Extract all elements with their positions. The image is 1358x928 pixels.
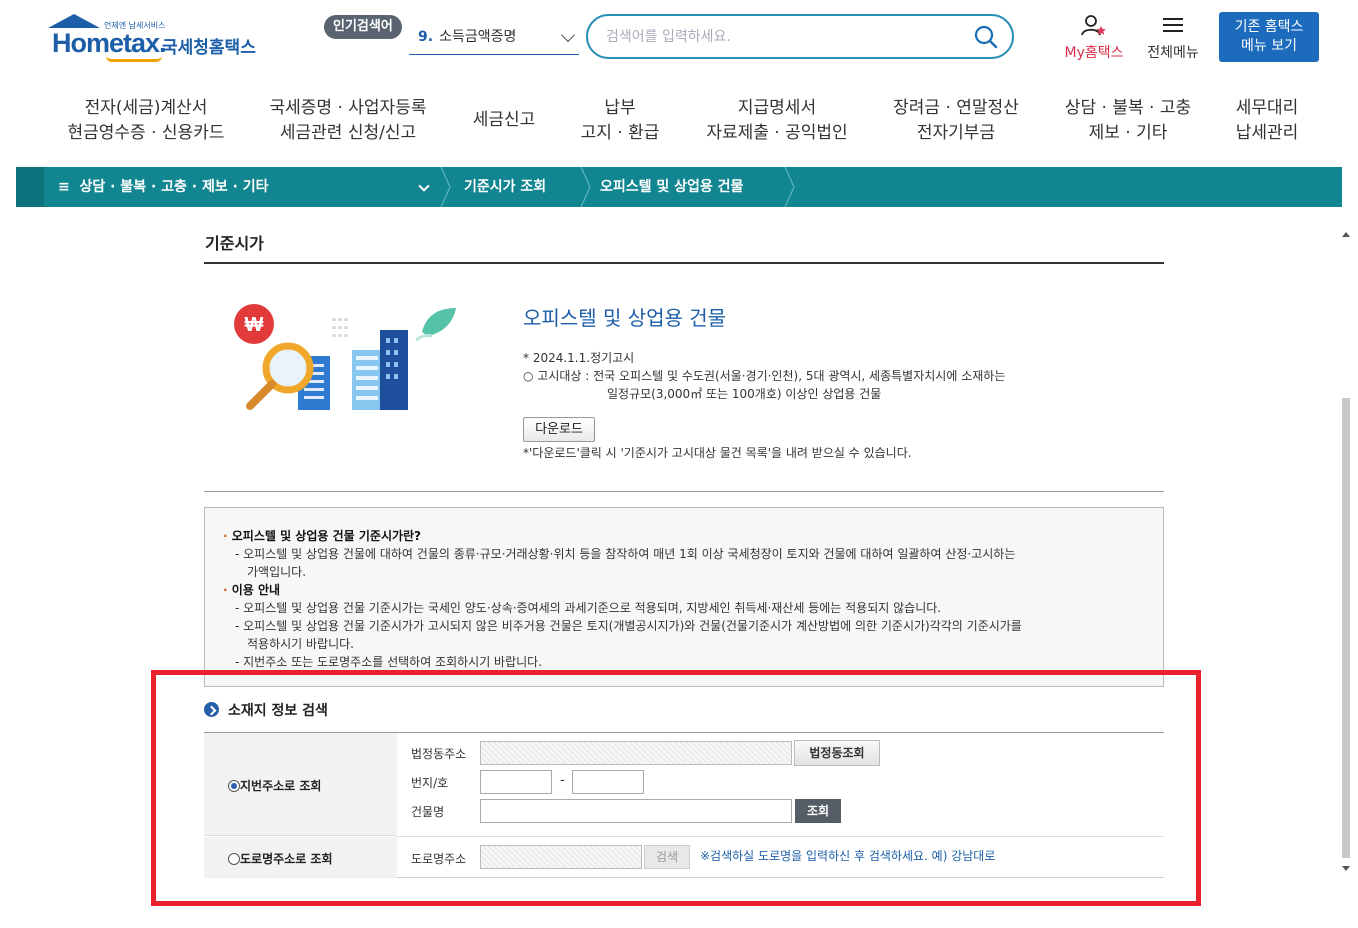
breadcrumb-left-tab [16, 167, 44, 207]
gnb-item-statements[interactable]: 지급명세서 자료제출 · 공익법인 [700, 96, 854, 146]
breadcrumb-menu-dropdown[interactable]: ≡ 상담 · 불복 · 고충 · 제보 · 기타 [58, 167, 269, 207]
logo-swoosh-icon [106, 56, 162, 62]
svg-text:₩: ₩ [245, 314, 264, 336]
notice-date: * 2024.1.1.정기고시 [523, 351, 635, 365]
guide-question-heading: · 오피스텔 및 상업용 건물 기준시가란? [223, 527, 421, 544]
guide-use-item2a: - 오피스텔 및 상업용 건물 기준시가가 고시되지 않은 비주거용 건물은 토… [235, 619, 1022, 633]
gnb-item-tax-return[interactable]: 세금신고 [464, 108, 544, 133]
bullet-icon: · [223, 529, 228, 543]
my-hometax-label: My홈택스 [1064, 45, 1124, 61]
user-star-icon [1081, 15, 1106, 36]
logo-wordmark: Hometax. [52, 28, 167, 58]
search-input[interactable] [606, 26, 966, 48]
scroll-up-arrow-icon[interactable] [1342, 232, 1350, 237]
guide-question-desc1: - 오피스텔 및 상업용 건물에 대하여 건물의 종류·규모·거래상황·위치 등… [235, 547, 1016, 561]
old-menu-line1: 기존 홈택스 [1234, 19, 1304, 35]
gnb-label: 지급명세서 [737, 98, 817, 118]
old-menu-line2: 메뉴 보기 [1241, 38, 1297, 54]
chevron-down-icon [560, 27, 576, 43]
red-highlight-box [151, 670, 1201, 906]
global-navigation: 전자(세금)계산서 현금영수증 · 신용카드 국세증명 · 사업자등록 세금관련… [0, 92, 1358, 152]
gnb-item-payment[interactable]: 납부 고지 · 환급 [572, 96, 668, 146]
gnb-label: 납부 [604, 98, 636, 118]
guide-use-item3: - 지번주소 또는 도로명주소를 선택하여 조회하시기 바랍니다. [235, 655, 543, 669]
gnb-label: 고지 · 환급 [580, 123, 660, 143]
breadcrumb: ≡ 상담 · 불복 · 고충 · 제보 · 기타 기준시가 조회 오피스텔 및 … [16, 167, 1342, 207]
hamburger-menu-icon: ≡ [58, 179, 70, 195]
gnb-label: 세무대리 [1235, 98, 1299, 118]
gnb-label: 납세관리 [1235, 123, 1299, 143]
chevron-down-icon[interactable] [418, 180, 430, 192]
popular-term: 소득금액증명 [439, 29, 517, 45]
hamburger-menu-icon [1163, 18, 1183, 32]
popular-search-dropdown[interactable]: 9. 소득금액증명 [409, 22, 579, 55]
gnb-label: 국세증명 · 사업자등록 [269, 98, 427, 118]
header: 언제엔 납세서비스 Hometax. 국세청홈택스 인기검색어 9. 소득금액증명… [0, 0, 1358, 80]
download-note: *'다운로드'클릭 시 '기준시가 고시대상 물건 목록'을 내려 받으실 수 … [523, 446, 912, 460]
guide-use-item1: - 오피스텔 및 상업용 건물 기준시가는 국세인 양도·상속·증여세의 과세기… [235, 601, 942, 615]
breadcrumb-menu-label: 상담 · 불복 · 고충 · 제보 · 기타 [79, 179, 269, 195]
scrollbar[interactable] [1340, 228, 1352, 876]
building-search-illustration: ₩ [234, 304, 456, 410]
guide-use-heading: · 이용 안내 [223, 581, 280, 598]
section-title: 오피스텔 및 상업용 건물 [523, 306, 727, 330]
bullet-icon: · [223, 583, 228, 597]
download-button[interactable]: 다운로드 [523, 417, 595, 442]
gnb-label: 제보 · 기타 [1088, 123, 1168, 143]
logo-roof-icon [48, 14, 100, 28]
notice-target-line1: ○ 고시대상 : 전국 오피스텔 및 수도권(서울·경기·인천), 5대 광역시… [523, 369, 1006, 383]
gnb-item-certificates[interactable]: 국세증명 · 사업자등록 세금관련 신청/신고 [260, 96, 436, 146]
page-title: 기준시가 [205, 234, 264, 253]
my-hometax-link[interactable]: My홈택스 [1058, 14, 1130, 62]
search-icon[interactable] [974, 25, 998, 49]
guide-use-item2b: 적용하시기 바랍니다. [247, 637, 354, 651]
notice-target-line2: 일정규모(3,000㎡ 또는 100개호) 이상인 상업용 건물 [607, 387, 882, 401]
popular-search-badge: 인기검색어 [324, 15, 402, 39]
scroll-thumb[interactable] [1342, 398, 1350, 858]
scroll-down-arrow-icon[interactable] [1342, 866, 1350, 871]
content-divider [204, 491, 1164, 492]
gnb-label: 세금신고 [472, 110, 536, 130]
full-menu-label: 전체메뉴 [1147, 45, 1199, 61]
gnb-item-tax-agent[interactable]: 세무대리 납세관리 [1228, 96, 1306, 146]
gnb-label: 현금영수증 · 신용카드 [67, 123, 225, 143]
full-menu-button[interactable]: 전체메뉴 [1142, 14, 1204, 62]
guide-use-title: 이용 안내 [231, 583, 281, 597]
gnb-item-incentives[interactable]: 장려금 · 연말정산 전자기부금 [886, 96, 1026, 146]
popular-rank: 9. [418, 29, 434, 45]
gnb-label: 상담 · 불복 · 고충 [1064, 98, 1192, 118]
gnb-item-consultation[interactable]: 상담 · 불복 · 고충 제보 · 기타 [1058, 96, 1198, 146]
gnb-label: 장려금 · 연말정산 [893, 98, 1019, 118]
breadcrumb-item-officetel[interactable]: 오피스텔 및 상업용 건물 [600, 167, 743, 207]
breadcrumb-separator-icon [440, 167, 451, 207]
gnb-label: 세금관련 신청/신고 [279, 123, 417, 143]
breadcrumb-item-standard-price[interactable]: 기준시가 조회 [464, 167, 546, 207]
old-hometax-menu-button[interactable]: 기존 홈택스 메뉴 보기 [1219, 12, 1319, 62]
hometax-logo[interactable]: 언제엔 납세서비스 Hometax. 국세청홈택스 [46, 12, 266, 68]
breadcrumb-separator-icon [784, 167, 795, 207]
gnb-item-invoice[interactable]: 전자(세금)계산서 현금영수증 · 신용카드 [60, 96, 232, 146]
search-box [586, 14, 1014, 59]
gnb-label: 자료제출 · 공익법인 [706, 123, 848, 143]
guide-question-desc2: 가액입니다. [247, 565, 307, 579]
breadcrumb-separator-icon [580, 167, 591, 207]
title-divider [204, 262, 1164, 264]
gnb-label: 전자기부금 [916, 123, 996, 143]
gnb-label: 전자(세금)계산서 [84, 98, 208, 118]
guide-box: · 오피스텔 및 상업용 건물 기준시가란? - 오피스텔 및 상업용 건물에 … [204, 507, 1164, 687]
logo-korean-name: 국세청홈택스 [162, 38, 256, 58]
guide-question-title: 오피스텔 및 상업용 건물 기준시가란? [231, 529, 422, 543]
